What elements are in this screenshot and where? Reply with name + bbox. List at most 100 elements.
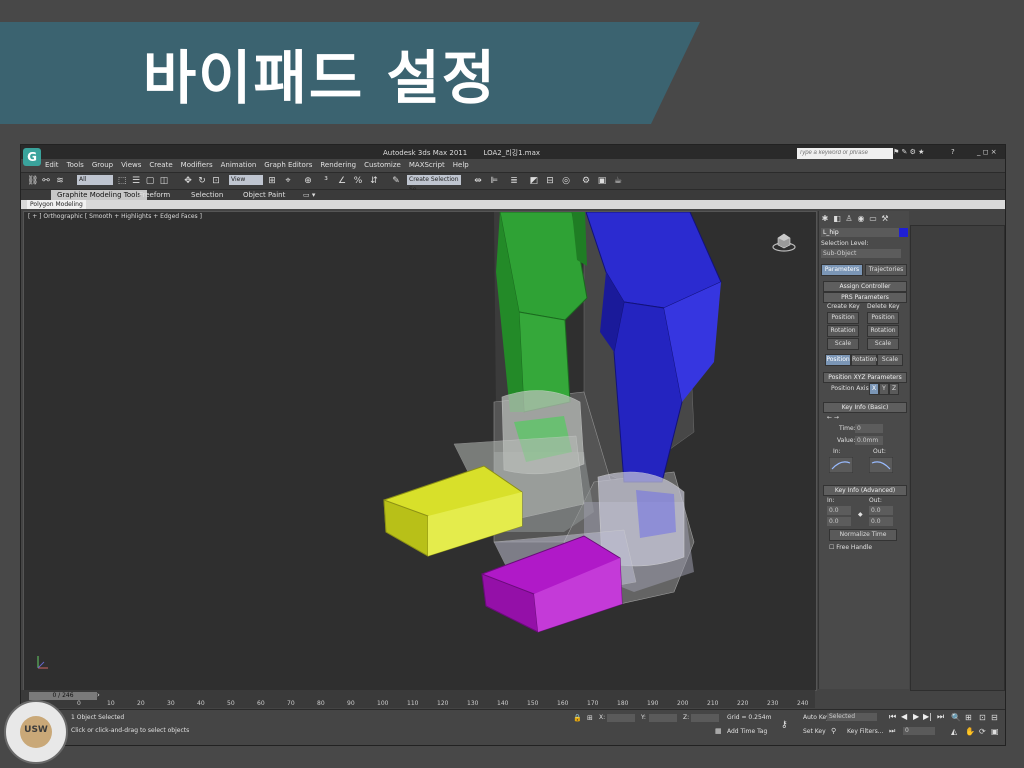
time-tag-icon[interactable]: ▦: [715, 727, 722, 735]
pan-view-icon[interactable]: ✋: [965, 727, 975, 736]
tab-parameters[interactable]: Parameters: [821, 264, 863, 276]
ribbon-options-icon[interactable]: ▭ ▾: [303, 190, 315, 200]
tab-selection[interactable]: Selection: [191, 190, 223, 200]
pivot-center-icon[interactable]: ⊞: [267, 176, 277, 186]
time-field[interactable]: 0: [855, 424, 883, 433]
menu-group[interactable]: Group: [92, 159, 113, 171]
menu-edit[interactable]: Edit: [45, 159, 59, 171]
set-key-button[interactable]: Set Key: [803, 728, 826, 735]
help-icon[interactable]: ?: [951, 148, 955, 156]
orbit-icon[interactable]: ⟳: [979, 727, 986, 736]
menu-views[interactable]: Views: [121, 159, 141, 171]
menu-animation[interactable]: Animation: [221, 159, 257, 171]
time-slider[interactable]: 0 / 246: [29, 692, 97, 700]
named-selection-dropdown[interactable]: Create Selection Se: [407, 175, 461, 193]
reference-coord-dropdown[interactable]: View: [229, 175, 263, 185]
menu-help[interactable]: Help: [453, 159, 469, 171]
position-xyz-rollout[interactable]: Position XYZ Parameters: [823, 372, 907, 383]
in-tangent-icon[interactable]: [829, 457, 853, 473]
tab-object-paint[interactable]: Object Paint: [243, 190, 285, 200]
render-icon[interactable]: ☕: [613, 176, 623, 186]
next-frame-icon[interactable]: ▶|: [923, 712, 932, 721]
axis-z-button[interactable]: Z: [889, 383, 899, 395]
viewport-orthographic[interactable]: [ + ] Orthographic [ Smooth + Highlights…: [23, 211, 817, 691]
x-coordinate-field[interactable]: [607, 714, 635, 722]
edit-named-selection-icon[interactable]: ✎: [391, 176, 401, 186]
field-of-view-icon[interactable]: ◭: [951, 727, 957, 736]
selection-filter-dropdown[interactable]: All: [77, 175, 113, 185]
slider-next-arrow-icon[interactable]: ›: [97, 691, 100, 699]
mirror-icon[interactable]: ⇹: [473, 176, 483, 186]
key-icon[interactable]: ⚷: [781, 720, 788, 730]
normalize-time-button[interactable]: Normalize Time: [829, 529, 897, 541]
create-position-key-button[interactable]: Position: [827, 312, 859, 324]
hierarchy-tab-icon[interactable]: ♙: [844, 214, 854, 224]
rotate-icon[interactable]: ↻: [197, 176, 207, 186]
maximize-viewport-icon[interactable]: ▣: [991, 727, 999, 736]
rect-select-icon[interactable]: ▢: [145, 176, 155, 186]
menu-graph-editors[interactable]: Graph Editors: [264, 159, 312, 171]
scale-icon[interactable]: ⊡: [211, 176, 221, 186]
axis-y-button[interactable]: Y: [879, 383, 889, 395]
go-to-start-icon[interactable]: ⏮: [889, 712, 896, 722]
zoom-extents-all-icon[interactable]: ⊟: [991, 713, 998, 722]
menu-tools[interactable]: Tools: [67, 159, 84, 171]
curve-editor-icon[interactable]: ◩: [529, 176, 539, 186]
delete-rotation-key-button[interactable]: Rotation: [867, 325, 899, 337]
render-setup-icon[interactable]: ⚙: [581, 176, 591, 186]
motion-tab-icon[interactable]: ◉: [856, 214, 866, 224]
viewport-label[interactable]: [ + ] Orthographic [ Smooth + Highlights…: [28, 213, 202, 220]
tab-freeform[interactable]: Freeform: [139, 190, 170, 200]
menu-customize[interactable]: Customize: [364, 159, 401, 171]
app-logo-icon[interactable]: G: [23, 148, 41, 166]
delete-scale-key-button[interactable]: Scale: [867, 338, 899, 350]
select-object-icon[interactable]: ⬚: [117, 176, 127, 186]
link-icon[interactable]: ⛓: [27, 176, 38, 186]
select-by-name-icon[interactable]: ☰: [131, 176, 141, 186]
display-tab-icon[interactable]: ▭: [868, 214, 878, 224]
schematic-view-icon[interactable]: ⊟: [545, 176, 555, 186]
infocenter-icons[interactable]: ⚑ ✎ ⚙ ★: [893, 148, 924, 156]
object-name-field[interactable]: L_hip: [821, 228, 899, 237]
lock-selection-icon[interactable]: 🔒: [573, 714, 582, 722]
object-color-swatch[interactable]: [899, 228, 908, 237]
prs-tab-scale[interactable]: Scale: [877, 354, 903, 366]
tab-graphite-modeling-tools[interactable]: Graphite Modeling Tools: [51, 190, 148, 200]
menu-rendering[interactable]: Rendering: [320, 159, 356, 171]
adv-out-field-2[interactable]: 0.0: [869, 517, 893, 526]
search-input[interactable]: [797, 148, 893, 159]
modify-tab-icon[interactable]: ◧: [832, 214, 842, 224]
align-icon[interactable]: ⊫: [489, 176, 499, 186]
move-icon[interactable]: ✥: [183, 176, 193, 186]
menu-create[interactable]: Create: [149, 159, 172, 171]
go-to-end-icon[interactable]: ⏭: [937, 712, 944, 722]
create-tab-icon[interactable]: ✱: [820, 214, 830, 224]
auto-key-button[interactable]: Auto Key: [803, 714, 830, 721]
snaps-toggle-icon[interactable]: ³: [321, 176, 331, 186]
angle-snap-icon[interactable]: ∠: [337, 176, 347, 186]
tab-trajectories[interactable]: Trajectories: [865, 264, 907, 276]
zoom-extents-icon[interactable]: ⊡: [979, 713, 986, 722]
menu-maxscript[interactable]: MAXScript: [409, 159, 445, 171]
add-time-tag-button[interactable]: Add Time Tag: [727, 728, 767, 735]
prs-tab-rotation[interactable]: Rotation: [851, 354, 877, 366]
create-rotation-key-button[interactable]: Rotation: [827, 325, 859, 337]
key-mode-toggle-icon[interactable]: ⏭: [889, 727, 895, 736]
current-frame-field[interactable]: 0: [903, 727, 935, 735]
previous-frame-icon[interactable]: ◀: [901, 712, 907, 721]
delete-position-key-button[interactable]: Position: [867, 312, 899, 324]
zoom-icon[interactable]: 🔍: [951, 713, 961, 722]
create-scale-key-button[interactable]: Scale: [827, 338, 859, 350]
key-mode-dropdown[interactable]: Selected: [827, 713, 877, 721]
z-coordinate-field[interactable]: [691, 714, 719, 722]
selection-level-dropdown[interactable]: Sub-Object: [821, 249, 901, 258]
timeline[interactable]: 0 / 246 › 0 10 20 30 40 50 60 70 80 90 100 110 120 13…: [21, 690, 815, 708]
free-handle-checkbox[interactable]: ☐ Free Handle: [829, 544, 872, 551]
unlink-icon[interactable]: ⚯: [41, 176, 51, 186]
set-key-icon[interactable]: ⚲: [831, 727, 836, 735]
adv-in-field-2[interactable]: 0.0: [827, 517, 851, 526]
assign-controller-rollout[interactable]: Assign Controller: [823, 281, 907, 292]
key-nav-arrows-icon[interactable]: ← →: [827, 414, 839, 421]
y-coordinate-field[interactable]: [649, 714, 677, 722]
axis-x-button[interactable]: X: [869, 383, 879, 395]
